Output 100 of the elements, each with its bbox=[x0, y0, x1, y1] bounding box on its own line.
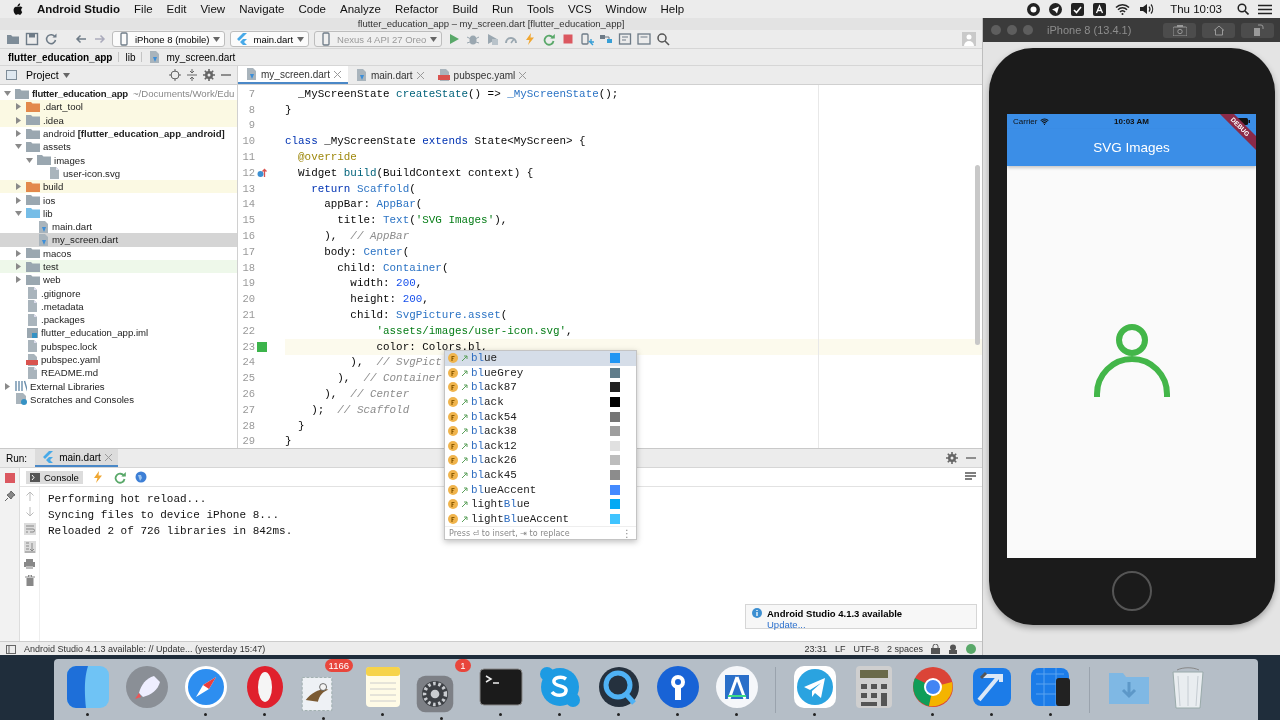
completion-item[interactable]: black bbox=[445, 394, 636, 410]
coverage-icon[interactable] bbox=[485, 32, 500, 46]
tree-item[interactable]: assets bbox=[0, 140, 237, 154]
completion-item[interactable]: lightBlueAccent bbox=[445, 511, 636, 527]
drafting-compass-icon[interactable] bbox=[713, 663, 760, 710]
tree-item[interactable]: .gitignore bbox=[0, 286, 237, 300]
keyhole-icon[interactable] bbox=[654, 663, 701, 710]
editor-tab[interactable]: pubspec.yaml bbox=[430, 66, 534, 84]
tree-item[interactable]: README.md bbox=[0, 366, 237, 380]
tree-item[interactable]: flutter_education_app.iml bbox=[0, 326, 237, 340]
up-arrow-icon[interactable] bbox=[24, 491, 35, 501]
run-config-dropdown[interactable]: main.dart bbox=[230, 31, 310, 47]
settings-icon[interactable] bbox=[946, 452, 958, 464]
completion-item[interactable]: blueAccent bbox=[445, 482, 636, 497]
keyboard-icon[interactable] bbox=[1093, 2, 1107, 16]
more-options[interactable]: ⋮ bbox=[622, 527, 632, 539]
update-link[interactable]: Update... bbox=[767, 619, 806, 630]
rocket-icon[interactable] bbox=[123, 663, 170, 710]
expanded-arrow-icon[interactable] bbox=[4, 90, 11, 98]
color-preview-icon[interactable] bbox=[257, 341, 267, 352]
project-structure-icon[interactable] bbox=[599, 32, 614, 46]
tree-item[interactable]: Scratches and Consoles bbox=[0, 392, 237, 407]
list-icon[interactable] bbox=[1258, 3, 1272, 15]
breadcrumb-item[interactable]: flutter_education_app bbox=[8, 51, 113, 63]
tree-item[interactable]: External Libraries bbox=[0, 379, 237, 393]
window-close-button[interactable] bbox=[991, 25, 1001, 35]
device-manager-icon[interactable] bbox=[580, 32, 595, 46]
tree-item[interactable]: my_screen.dart bbox=[0, 233, 237, 247]
record-icon[interactable] bbox=[1027, 2, 1041, 16]
locate-icon[interactable] bbox=[169, 69, 181, 81]
completion-item[interactable]: black26 bbox=[445, 453, 636, 468]
status-item[interactable]: 23:31 bbox=[804, 644, 827, 654]
completion-item[interactable]: black87 bbox=[445, 380, 636, 395]
menu-item[interactable]: Help bbox=[653, 3, 692, 15]
tree-item[interactable]: test bbox=[0, 259, 237, 274]
event-log-icon[interactable] bbox=[966, 644, 976, 654]
tree-item[interactable]: .packages bbox=[0, 313, 237, 327]
stop-icon[interactable] bbox=[561, 32, 576, 46]
back-arrow-icon[interactable] bbox=[74, 32, 88, 46]
close-icon[interactable] bbox=[416, 71, 424, 79]
menu-item[interactable]: VCS bbox=[560, 3, 599, 15]
menu-item[interactable]: Code bbox=[291, 3, 333, 15]
menu-item[interactable]: Run bbox=[485, 3, 521, 15]
hot-restart-icon[interactable] bbox=[112, 470, 127, 484]
tree-item[interactable]: images bbox=[0, 153, 237, 167]
tree-item[interactable]: main.dart bbox=[0, 219, 237, 234]
inspector-icon[interactable] bbox=[948, 644, 958, 654]
menu-item[interactable]: Build bbox=[445, 3, 485, 15]
menu-item[interactable]: Window bbox=[598, 3, 654, 15]
expanded-arrow-icon[interactable] bbox=[15, 209, 22, 217]
status-item[interactable]: 2 spaces bbox=[886, 644, 923, 654]
collapse-icon[interactable] bbox=[187, 69, 197, 81]
two-tone-tile-icon[interactable] bbox=[64, 663, 111, 710]
completion-item[interactable]: black45 bbox=[445, 467, 636, 483]
scroll-to-end-icon[interactable] bbox=[23, 541, 36, 553]
pin-icon[interactable] bbox=[4, 491, 15, 501]
rotate-button[interactable] bbox=[1241, 22, 1274, 38]
menu-item[interactable]: Refactor bbox=[387, 3, 446, 15]
view-selector[interactable]: Project bbox=[23, 69, 73, 81]
completion-item[interactable]: blue bbox=[445, 351, 636, 366]
print-icon[interactable] bbox=[24, 559, 35, 569]
tree-item[interactable]: lib bbox=[0, 206, 237, 220]
menu-item[interactable]: Tools bbox=[520, 3, 561, 15]
home-button[interactable] bbox=[1202, 22, 1235, 38]
settings-icon[interactable] bbox=[203, 69, 215, 81]
forward-arrow-icon[interactable] bbox=[93, 32, 107, 46]
tree-item[interactable]: .metadata bbox=[0, 299, 237, 314]
tree-item[interactable]: pubspec.lock bbox=[0, 339, 237, 353]
send-icon[interactable] bbox=[1049, 2, 1063, 16]
tree-item[interactable]: ios bbox=[0, 193, 237, 207]
soft-wrap-icon[interactable] bbox=[23, 523, 36, 535]
close-icon[interactable] bbox=[104, 453, 112, 461]
editor-tab[interactable]: my_screen.dart bbox=[238, 66, 348, 84]
lock-icon[interactable] bbox=[931, 644, 940, 654]
volume-icon[interactable] bbox=[1139, 3, 1156, 15]
collapsed-arrow-icon[interactable] bbox=[4, 382, 11, 390]
save-icon[interactable] bbox=[25, 32, 39, 46]
check-icon[interactable] bbox=[1071, 2, 1085, 16]
compass-icon[interactable] bbox=[182, 663, 229, 710]
device-dropdown[interactable]: iPhone 8 (mobile) bbox=[112, 31, 226, 47]
status-item[interactable]: LF bbox=[834, 644, 846, 654]
console-tab[interactable]: Console bbox=[26, 470, 83, 484]
menu-item[interactable]: File bbox=[127, 3, 160, 15]
tree-item[interactable]: build bbox=[0, 180, 237, 194]
wifi-icon[interactable] bbox=[1115, 3, 1131, 15]
search-icon[interactable] bbox=[1237, 3, 1249, 15]
menu-item[interactable]: Edit bbox=[159, 3, 194, 15]
completion-item[interactable]: black12 bbox=[445, 438, 636, 454]
gear-icon[interactable] bbox=[414, 673, 455, 714]
sdk-manager-icon[interactable] bbox=[618, 32, 633, 46]
status-item[interactable]: UTF-8 bbox=[853, 644, 879, 654]
tree-item[interactable]: android [flutter_education_app_android] bbox=[0, 126, 237, 141]
completion-item[interactable]: black38 bbox=[445, 423, 636, 439]
menu-clock[interactable]: Thu 10:03 bbox=[1170, 3, 1222, 15]
trash-icon[interactable] bbox=[24, 575, 35, 586]
tree-item[interactable]: macos bbox=[0, 246, 237, 260]
run-tab[interactable]: main.dart bbox=[35, 449, 118, 467]
tree-item[interactable]: user-icon.svg bbox=[0, 166, 237, 181]
window-zoom-button[interactable] bbox=[1023, 25, 1033, 35]
screenshot-button[interactable] bbox=[1163, 22, 1196, 38]
